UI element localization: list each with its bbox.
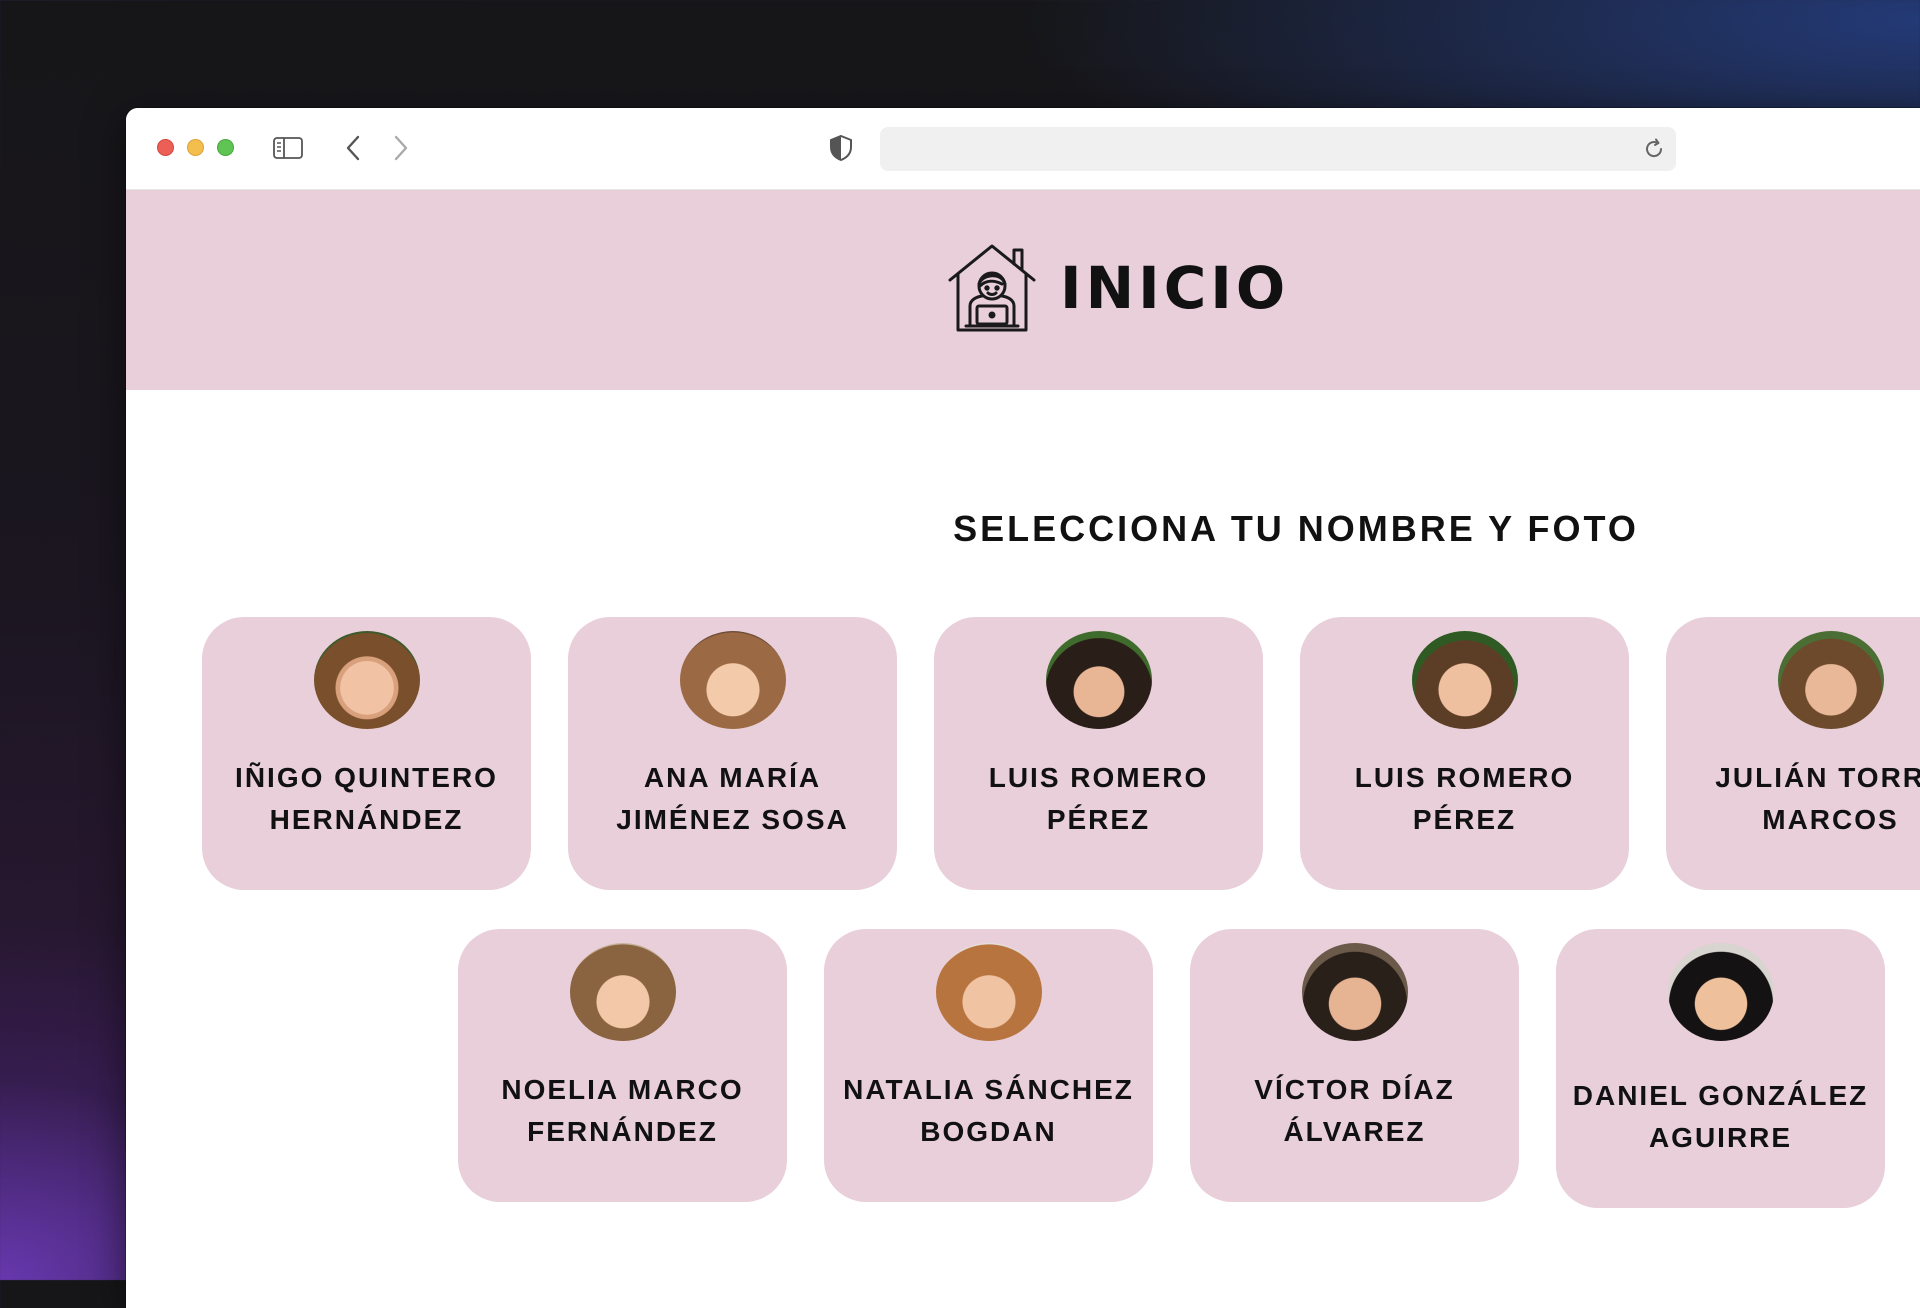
select-name-heading: SELECCIONA TU NOMBRE Y FOTO (953, 508, 1639, 549)
forward-chevron-icon[interactable] (386, 130, 416, 166)
browser-toolbar (126, 108, 1920, 190)
student-photo (1411, 631, 1518, 729)
minimize-window-button[interactable] (187, 139, 204, 156)
student-name: DANIEL GONZÁLEZ AGUIRRE (1572, 1080, 1869, 1153)
address-bar[interactable] (880, 127, 1676, 171)
student-name: NATALIA SÁNCHEZ BOGDAN (843, 1074, 1134, 1147)
student-card[interactable]: LUIS ROMERO PÉREZ (934, 617, 1263, 890)
page-title: INICIO (1060, 254, 1290, 322)
student-name: NOELIA MARCO FERNÁNDEZ (501, 1074, 744, 1147)
student-photo (313, 631, 420, 729)
student-photo (935, 943, 1042, 1041)
student-name: VÍCTOR DÍAZ ÁLVAREZ (1254, 1074, 1455, 1147)
page-header: INICIO (126, 190, 1920, 390)
browser-window: INICIO SELECCIONA TU NOMBRE Y FOTO IÑIGO… (126, 108, 1920, 1308)
student-card[interactable]: LUIS ROMERO PÉREZ (1300, 617, 1629, 890)
student-card[interactable]: JULIÁN TORREMARCOS (1666, 617, 1920, 890)
student-name: LUIS ROMERO PÉREZ (988, 762, 1209, 835)
student-card[interactable]: VÍCTOR DÍAZ ÁLVAREZ (1190, 929, 1519, 1202)
student-card[interactable]: ANA MARÍA JIMÉNEZ SOSA (568, 617, 897, 890)
student-card[interactable]: DANIEL GONZÁLEZ AGUIRRE (1556, 929, 1885, 1208)
privacy-shield-icon[interactable] (826, 130, 856, 166)
student-photo (1667, 943, 1774, 1041)
reload-icon[interactable] (1642, 137, 1666, 161)
student-name: JULIÁN TORREMARCOS (1715, 762, 1920, 835)
back-chevron-icon[interactable] (338, 130, 368, 166)
student-name: ANA MARÍA JIMÉNEZ SOSA (616, 762, 849, 835)
student-photo (569, 943, 676, 1041)
house-student-laptop-icon (948, 244, 1036, 332)
student-photo (1301, 943, 1408, 1041)
student-name: LUIS ROMERO PÉREZ (1354, 762, 1575, 835)
close-window-button[interactable] (157, 139, 174, 156)
student-card[interactable]: NATALIA SÁNCHEZ BOGDAN (824, 929, 1153, 1202)
zoom-window-button[interactable] (217, 139, 234, 156)
student-name: IÑIGO QUINTERO HERNÁNDEZ (235, 762, 498, 835)
student-card[interactable]: IÑIGO QUINTERO HERNÁNDEZ (202, 617, 531, 890)
student-card[interactable]: NOELIA MARCO FERNÁNDEZ (458, 929, 787, 1202)
student-photo (1777, 631, 1884, 729)
student-photo (1045, 631, 1152, 729)
sidebar-toggle-icon[interactable] (270, 130, 306, 166)
student-photo (679, 631, 786, 729)
